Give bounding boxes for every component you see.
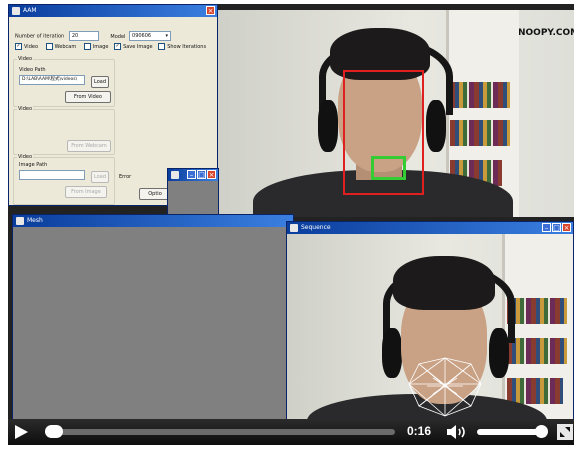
volume-knob[interactable] — [535, 425, 548, 438]
wall-logo-text: NOOPY.COM — [518, 28, 574, 38]
volume-icon[interactable] — [446, 424, 468, 440]
close-icon[interactable]: × — [207, 170, 216, 179]
progress-knob[interactable] — [45, 425, 63, 438]
video-group-label: Video — [17, 56, 34, 62]
sequence-window: Sequence – □ × — [286, 221, 574, 423]
face-mesh-overlay — [408, 357, 482, 417]
minimize-icon[interactable]: – — [187, 170, 196, 179]
from-video-button[interactable]: From Video — [65, 91, 111, 103]
mouth-detection-box — [371, 156, 406, 180]
progress-track[interactable] — [45, 429, 395, 435]
video-path-label: Video Path — [19, 67, 46, 73]
video-checkbox[interactable]: ✓ — [15, 43, 22, 50]
from-webcam-button[interactable]: From Webcam — [67, 140, 111, 152]
save-image-checkbox-label: Save Image — [123, 44, 153, 50]
save-image-checkbox[interactable]: ✓ — [114, 43, 122, 50]
small-window-titlebar[interactable]: – □ × — [168, 169, 218, 181]
mesh-canvas — [13, 227, 293, 422]
aam-titlebar[interactable]: AAM × — [9, 5, 217, 17]
video-frame: NOOPY.COM AAM × Number of iteration 20 M… — [8, 4, 574, 445]
image-checkbox-label: Image — [92, 44, 109, 50]
video-checkbox-label: Video — [24, 44, 39, 50]
minimize-icon[interactable]: – — [542, 223, 551, 232]
main-camera-view: NOOPY.COM — [218, 10, 574, 217]
load-video-button[interactable]: Load — [91, 76, 109, 88]
fullscreen-icon[interactable] — [557, 424, 573, 440]
maximize-icon[interactable]: □ — [197, 170, 206, 179]
aam-title: AAM — [23, 7, 37, 14]
mesh-titlebar[interactable]: Mesh — [13, 215, 293, 227]
image-group-label: Video — [17, 154, 34, 160]
play-icon[interactable] — [15, 425, 28, 439]
webcam-checkbox[interactable] — [45, 43, 53, 50]
sequence-view — [287, 234, 573, 422]
iterations-label: Number of iteration — [15, 33, 65, 40]
app-icon — [16, 217, 24, 225]
iterations-input[interactable]: 20 — [68, 31, 99, 41]
time-display: 0:16 — [407, 424, 432, 438]
mesh-window: Mesh — [12, 214, 294, 423]
from-image-button[interactable]: From Image — [65, 186, 107, 198]
app-icon — [12, 7, 20, 15]
image-checkbox[interactable] — [83, 43, 91, 50]
chevron-down-icon[interactable]: ▾ — [166, 32, 169, 40]
load-image-button[interactable]: Load — [91, 171, 109, 183]
mesh-title: Mesh — [27, 217, 43, 224]
video-path-input[interactable]: D:\LAB\AAM\程式\videos\ — [19, 75, 85, 85]
error-label: Error — [119, 174, 132, 180]
model-select[interactable]: 090606 ▾ — [129, 31, 172, 41]
maximize-icon[interactable]: □ — [552, 223, 561, 232]
sequence-title: Sequence — [301, 224, 331, 231]
close-icon[interactable]: × — [562, 223, 571, 232]
image-path-input[interactable] — [19, 170, 85, 180]
player-controls: 0:16 — [8, 419, 574, 445]
show-iterations-checkbox-label: Show Iterations — [167, 44, 207, 50]
webcam-group-label: Video — [17, 106, 34, 112]
model-value: 090606 — [132, 33, 152, 39]
app-icon — [290, 224, 298, 232]
show-iterations-checkbox[interactable] — [158, 43, 166, 50]
close-icon[interactable]: × — [206, 6, 215, 15]
volume-track[interactable] — [477, 429, 543, 435]
webcam-checkbox-label: Webcam — [54, 44, 77, 50]
sequence-titlebar[interactable]: Sequence – □ × — [287, 222, 573, 234]
model-label: Model — [110, 33, 126, 40]
image-path-label: Image Path — [19, 162, 48, 168]
app-icon — [171, 171, 179, 179]
